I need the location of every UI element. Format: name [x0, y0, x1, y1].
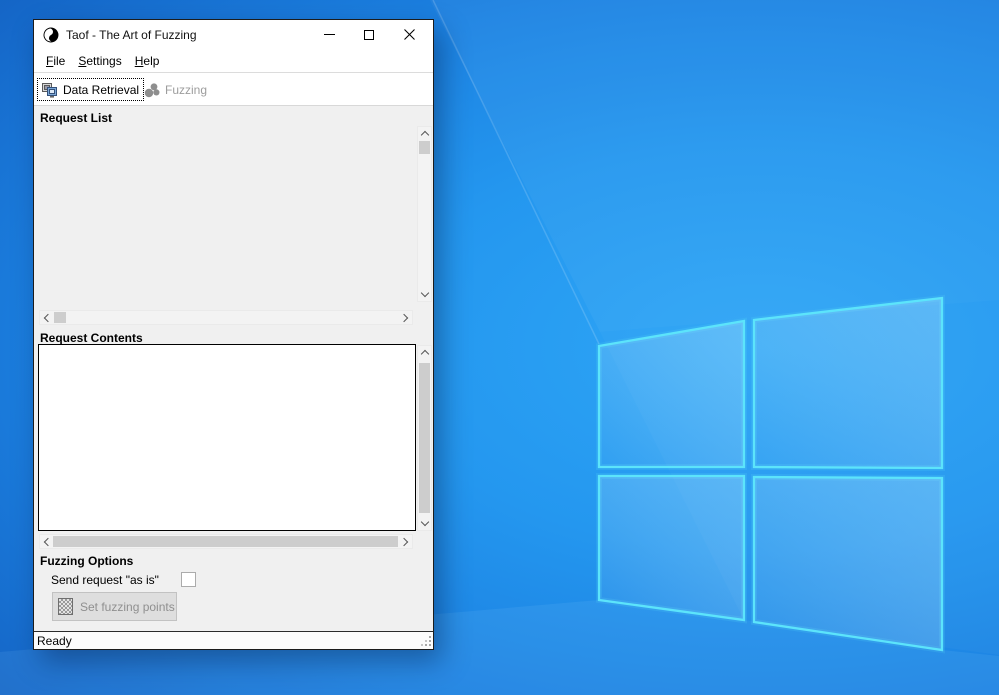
scroll-down-button[interactable] [418, 517, 431, 530]
menu-bar: File Settings Help [34, 49, 433, 72]
request-list-vscrollbar[interactable] [417, 126, 432, 302]
minimize-button[interactable] [309, 20, 349, 49]
status-bar: Ready [34, 631, 433, 649]
request-list-hscrollbar[interactable] [39, 310, 413, 325]
scroll-down-button[interactable] [418, 288, 431, 301]
request-list-label: Request List [40, 111, 112, 125]
chevron-down-icon [420, 518, 428, 526]
hscroll-thumb[interactable] [53, 536, 398, 547]
chevron-left-icon [44, 537, 52, 545]
data-retrieval-label: Data Retrieval [63, 83, 139, 97]
menu-settings-label: ettings [86, 54, 121, 68]
set-fuzzing-points-button[interactable]: Set fuzzing points [52, 592, 177, 621]
send-as-is-label: Send request "as is" [51, 573, 159, 587]
request-contents-vscrollbar[interactable] [417, 345, 432, 531]
vscroll-thumb[interactable] [419, 141, 430, 154]
fuzzing-label: Fuzzing [165, 83, 207, 97]
status-text: Ready [37, 634, 72, 648]
request-list-box[interactable] [38, 125, 417, 303]
scroll-up-button[interactable] [418, 346, 431, 359]
fuzzing-button[interactable]: Fuzzing [144, 78, 207, 101]
yin-yang-icon [40, 24, 61, 45]
maximize-icon [364, 30, 374, 40]
hscroll-thumb[interactable] [54, 312, 66, 323]
maximize-button[interactable] [349, 20, 389, 49]
request-contents-textarea[interactable] [38, 344, 416, 531]
fuzzing-options-label: Fuzzing Options [40, 554, 133, 568]
taof-window: Taof - The Art of Fuzzing File Settings … [33, 19, 434, 650]
close-button[interactable] [389, 20, 429, 49]
set-fuzzing-points-icon [58, 598, 73, 615]
request-contents-hscrollbar[interactable] [39, 534, 413, 549]
resize-grip[interactable] [421, 636, 431, 646]
data-retrieval-button[interactable]: Data Retrieval [37, 78, 144, 101]
window-title: Taof - The Art of Fuzzing [66, 28, 197, 42]
client-area: Request List Request Contents [34, 106, 433, 632]
chevron-down-icon [420, 289, 428, 297]
scroll-left-button[interactable] [40, 311, 53, 324]
scroll-right-button[interactable] [399, 311, 412, 324]
chevron-up-icon [420, 350, 428, 358]
send-as-is-checkbox[interactable] [181, 572, 196, 587]
menu-help[interactable]: Help [135, 54, 160, 68]
title-bar[interactable]: Taof - The Art of Fuzzing [34, 20, 433, 49]
scroll-up-button[interactable] [418, 127, 431, 140]
request-contents-label: Request Contents [40, 331, 143, 345]
menu-settings[interactable]: Settings [78, 54, 121, 68]
scroll-right-button[interactable] [399, 535, 412, 548]
chevron-left-icon [44, 313, 52, 321]
menu-file[interactable]: File [46, 54, 65, 68]
toolbar: Data Retrieval Fuzzing [34, 73, 433, 105]
fuzzing-icon [144, 82, 160, 98]
chevron-right-icon [400, 313, 408, 321]
data-retrieval-icon [42, 82, 58, 98]
chevron-up-icon [420, 131, 428, 139]
scroll-left-button[interactable] [40, 535, 53, 548]
close-icon [404, 29, 415, 40]
set-fuzzing-points-label: Set fuzzing points [80, 600, 175, 614]
menu-file-label: ile [53, 54, 65, 68]
vscroll-thumb[interactable] [419, 363, 430, 513]
menu-help-label: elp [143, 54, 159, 68]
caption-buttons [309, 20, 429, 49]
chevron-right-icon [400, 537, 408, 545]
minimize-icon [324, 34, 335, 35]
